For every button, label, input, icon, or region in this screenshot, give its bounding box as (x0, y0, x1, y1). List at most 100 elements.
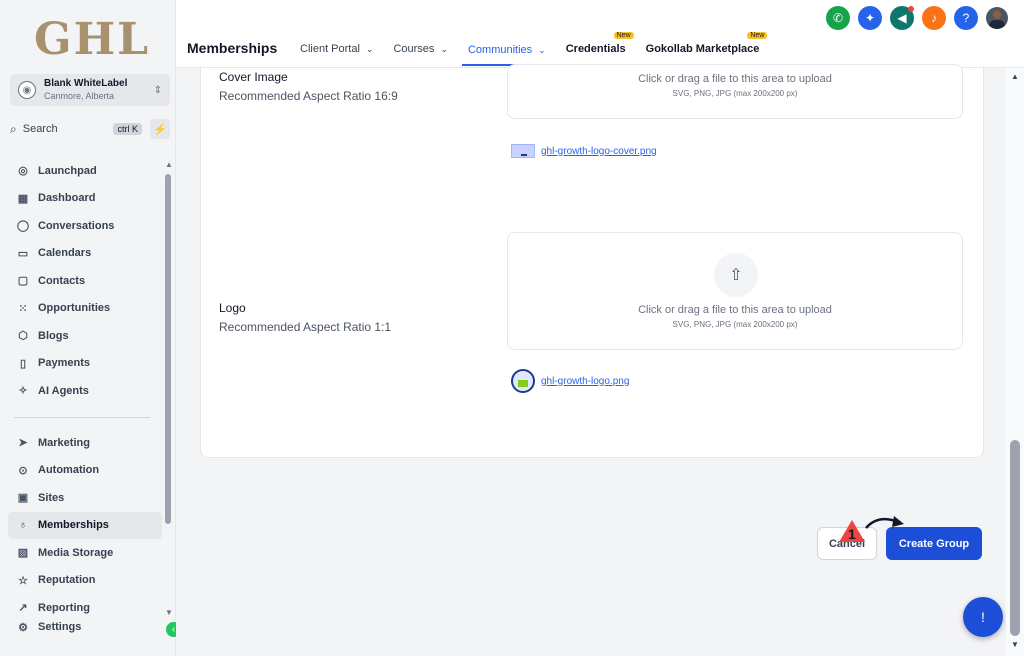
sites-icon: ▣ (17, 492, 29, 505)
sidebar-item-label: Blogs (38, 329, 69, 342)
sidebar-item-label: Automation (38, 464, 100, 477)
sidebar-item-label: Calendars (38, 247, 92, 260)
automation-icon: ⊙ (18, 464, 28, 477)
bell-icon[interactable]: ♪ (922, 6, 946, 30)
dropzone-text: Click or drag a file to this area to upl… (638, 304, 832, 316)
scroll-down-icon[interactable]: ▼ (165, 608, 173, 617)
support-chat-button[interactable]: ! (963, 597, 1003, 637)
account-name: Blank WhiteLabel (44, 78, 128, 89)
tab-communities[interactable]: Communities ⌄ (461, 36, 552, 66)
sidebar-item-label: Reputation (38, 574, 96, 587)
main-content: Cover Image Recommended Aspect Ratio 16:… (176, 64, 1006, 656)
dashboard-icon: ▦ (17, 192, 29, 205)
sidebar-item-sites[interactable]: ▣ Sites (8, 484, 162, 512)
sidebar-item-payments[interactable]: ▯ Payments (8, 350, 162, 378)
top-bar: ✆ ✦ ◀ ♪? Memberships Client Portal ⌄ Courses ⌄… (176, 0, 1024, 68)
account-switcher[interactable]: ◉ Blank WhiteLabel Canmore, Alberta ⇕ (10, 74, 170, 106)
payments-icon: ▯ (19, 357, 27, 370)
notification-dot (908, 6, 914, 12)
step-marker: 1 (839, 520, 867, 544)
sidebar-item-label: Memberships (38, 519, 109, 532)
top-icons: ✆ ✦ ◀ ♪? (826, 6, 1008, 30)
form-card: Cover Image Recommended Aspect Ratio 16:… (200, 64, 984, 458)
logo-dropzone[interactable]: ⇧ Click or drag a file to this area to u… (507, 232, 963, 350)
sidebar-scroll-thumb[interactable] (165, 174, 171, 524)
sidebar-item-automation[interactable]: ⊙ Automation (8, 457, 162, 485)
sidebar-item-label: Media Storage (38, 546, 114, 559)
main-scrollbar[interactable]: ▲ ▼ (1006, 68, 1024, 656)
chevron-updown-icon: ⇕ (153, 84, 162, 96)
main-scroll-thumb[interactable] (1010, 440, 1020, 636)
account-location: Canmore, Alberta (44, 91, 115, 101)
new-badge: New (613, 32, 634, 39)
send-icon: ➤ (18, 437, 28, 450)
gear-icon: ⚙ (18, 621, 28, 634)
sidebar-item-opportunities[interactable]: ⁙ Opportunities (8, 295, 162, 323)
cover-image-hint: Recommended Aspect Ratio 16:9 (219, 89, 398, 103)
sidebar-item-label: Payments (38, 357, 90, 370)
sidebar-item-label: Conversations (38, 219, 115, 232)
blog-icon: ⬡ (18, 330, 28, 343)
megaphone-icon[interactable]: ◀ (890, 6, 914, 30)
star-icon: ☆ (18, 574, 28, 587)
sparkle-icon: ✧ (18, 385, 28, 398)
sidebar-item-conversations[interactable]: ◯ Conversations (8, 212, 162, 240)
logo-file-name: ghl-growth-logo.png (541, 375, 630, 387)
cover-image-dropzone[interactable]: Click or drag a file to this area to upl… (507, 64, 963, 119)
image-icon: ▨ (17, 547, 29, 560)
calendar-icon: ▭ (17, 247, 29, 260)
sidebar-item-memberships[interactable]: ♁ Memberships (8, 511, 162, 539)
dropzone-subtext: SVG, PNG, JPG (max 200x200 px) (672, 320, 798, 329)
sidebar-nav-primary: ◎ Launchpad ▦ Dashboard ◯ Conversations ▭ Calen… (8, 157, 162, 405)
sidebar-item-reputation[interactable]: ☆ Reputation (8, 567, 162, 595)
scroll-up-icon[interactable]: ▲ (165, 160, 173, 169)
sidebar-scrollbar[interactable]: ▲ ▼ (165, 160, 173, 620)
arrow-pointer-icon (865, 516, 904, 529)
page-title: Memberships (187, 40, 278, 56)
sidebar-item-settings[interactable]: ⚙ Settings (8, 617, 162, 637)
sidebar-item-label: Dashboard (38, 192, 96, 205)
tab-credentials[interactable]: Credentials New (560, 32, 634, 62)
chat-icon: ◯ (16, 220, 30, 233)
search-button[interactable]: ⌕ Search ctrl K (10, 118, 142, 140)
chevron-down-icon: ⌄ (440, 43, 448, 54)
chart-icon: ↗ (18, 602, 28, 615)
sidebar-item-launchpad[interactable]: ◎ Launchpad (8, 157, 162, 185)
brand-logo[interactable]: GHL (34, 14, 150, 65)
logo-thumbnail (511, 369, 535, 393)
search-label: Search (22, 123, 58, 135)
sidebar-item-marketing[interactable]: ➤ Marketing (8, 429, 162, 457)
chat-help-icon: ! (981, 609, 985, 625)
scroll-down-icon[interactable]: ▼ (1011, 640, 1019, 649)
sidebar-item-ai-agents[interactable]: ✧ AI Agents (8, 377, 162, 405)
sidebar-item-label: Contacts (38, 274, 86, 287)
sidebar-item-label: AI Agents (38, 384, 89, 397)
sidebar-item-label: Marketing (38, 436, 90, 449)
help-icon[interactable]: ? (954, 6, 978, 30)
scroll-up-icon[interactable]: ▲ (1011, 72, 1019, 81)
sidebar-item-media-storage[interactable]: ▨ Media Storage (8, 539, 162, 567)
cover-file-link[interactable]: ghl-growth-logo-cover.png (511, 144, 657, 158)
sidebar-item-dashboard[interactable]: ▦ Dashboard (8, 185, 162, 213)
tab-client-portal[interactable]: Client Portal ⌄ (294, 36, 379, 62)
magic-icon[interactable]: ✦ (858, 6, 882, 30)
sidebar-item-label: Launchpad (38, 164, 97, 177)
logo-file-link[interactable]: ghl-growth-logo.png (511, 369, 629, 393)
quick-action-bolt-icon[interactable]: ⚡ (150, 119, 170, 139)
phone-icon[interactable]: ✆ (826, 6, 850, 30)
sidebar-item-contacts[interactable]: ▢ Contacts (8, 267, 162, 295)
sidebar-item-blogs[interactable]: ⬡ Blogs (8, 322, 162, 350)
sidebar-item-label: Settings (38, 621, 82, 633)
user-avatar[interactable] (986, 7, 1008, 29)
sidebar-divider (14, 417, 150, 418)
search-shortcut: ctrl K (113, 123, 142, 135)
sidebar-item-calendars[interactable]: ▭ Calendars (8, 240, 162, 268)
tab-courses[interactable]: Courses ⌄ (387, 36, 454, 62)
sidebar-item-label: Opportunities (38, 302, 111, 315)
tab-gokollab-marketplace[interactable]: Gokollab Marketplace New (640, 32, 768, 62)
contacts-icon: ▢ (17, 275, 29, 288)
sidebar: GHL ◉ Blank WhiteLabel Canmore, Alberta … (0, 0, 181, 656)
rocket-icon: ◎ (18, 165, 28, 178)
opportunities-icon: ⁙ (18, 302, 28, 315)
dropzone-subtext: SVG, PNG, JPG (max 200x200 px) (672, 89, 798, 98)
